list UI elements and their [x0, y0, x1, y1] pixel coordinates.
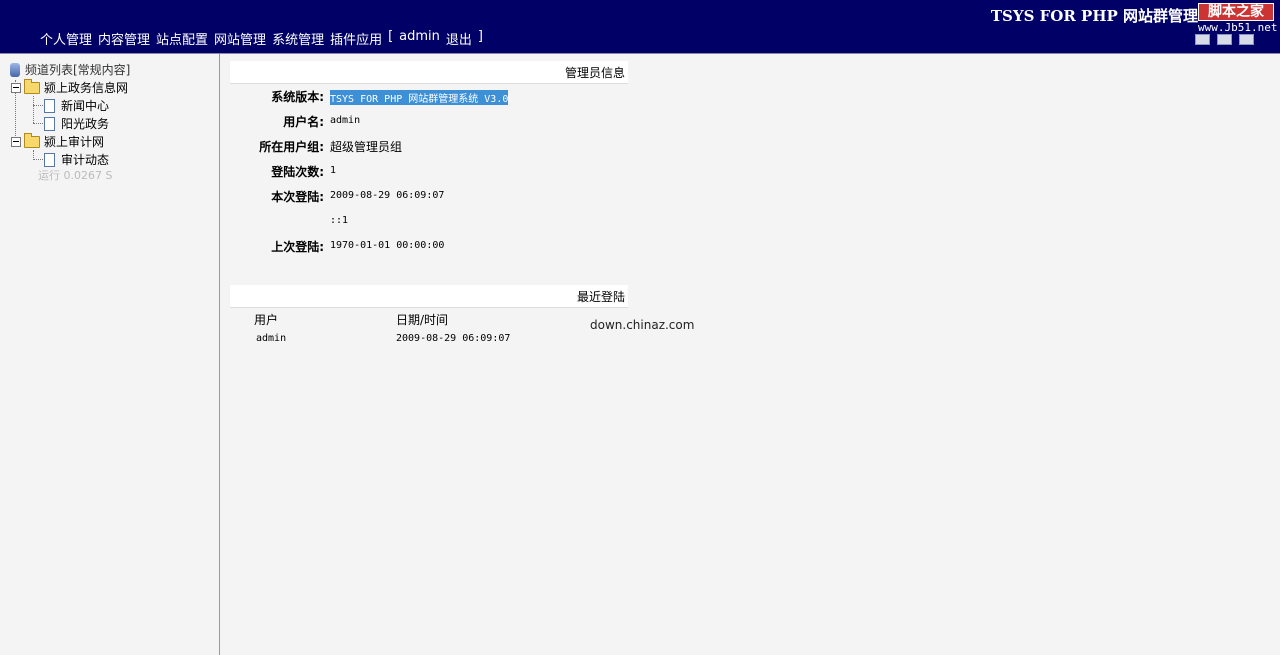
channel-icon: [10, 62, 20, 77]
recent-login-header: 最近登陆: [230, 285, 628, 308]
tree-item-news[interactable]: 新闻中心: [44, 97, 109, 114]
tree-line: [33, 123, 43, 124]
info-value: admin: [330, 115, 361, 126]
collapse-icon[interactable]: [11, 82, 21, 93]
nav-plugins[interactable]: 插件应用: [330, 29, 382, 48]
logout-link[interactable]: 退出: [446, 29, 472, 48]
site-watermark: down.chinaz.com: [590, 318, 695, 332]
tree-line: [33, 150, 34, 158]
info-value: 1970-01-01 00:00:00: [330, 240, 445, 251]
home-icon[interactable]: [1195, 34, 1210, 45]
column-header-datetime: 日期/时间: [396, 313, 449, 327]
top-icons: [1195, 34, 1254, 45]
tree-item-label: 新闻中心: [61, 99, 110, 113]
section-title: 最近登陆: [576, 290, 625, 304]
watermark-brand: 脚本之家: [1198, 3, 1274, 21]
nav-website[interactable]: 网站管理: [214, 29, 266, 48]
info-row: 上次登陆: 1970-01-01 00:00:00: [230, 238, 630, 258]
folder-open-icon: [24, 132, 40, 148]
info-value: ::1: [330, 215, 349, 226]
tree-group-label: 颍上政务信息网: [44, 81, 129, 95]
tree-line: [33, 105, 43, 106]
tree-root-label: 频道列表[常规内容]: [25, 63, 131, 77]
admin-info-header: 管理员信息: [230, 61, 628, 84]
info-label: 上次登陆:: [271, 240, 324, 254]
section-title: 管理员信息: [564, 66, 625, 80]
tree-item-label: 阳光政务: [61, 117, 110, 131]
table-cell-user: admin: [256, 333, 287, 344]
info-value: TSYS FOR PHP 网站群管理系统 V3.0: [330, 90, 509, 105]
user-area: [ admin 退出 ]: [388, 29, 483, 48]
top-header: TSYS FOR PHP 网站群管理 脚本之家 www.Jb51.net 个人管…: [0, 0, 1280, 54]
help-icon[interactable]: [1239, 34, 1254, 45]
page-icon: [44, 98, 55, 113]
info-row: 系统版本: TSYS FOR PHP 网站群管理系统 V3.0: [230, 88, 630, 108]
tree-item-audit[interactable]: 审计动态: [44, 151, 109, 168]
tree-group-1[interactable]: 颍上政务信息网: [11, 78, 129, 96]
info-label: 登陆次数:: [271, 165, 324, 179]
info-label: 系统版本:: [271, 90, 324, 104]
bracket-close: ]: [477, 29, 483, 44]
info-value: 1: [330, 165, 337, 176]
watermark-logo: 脚本之家 www.Jb51.net: [1198, 3, 1278, 34]
app-title: TSYS FOR PHP 网站群管理: [990, 7, 1198, 25]
tree-root[interactable]: 频道列表[常规内容]: [10, 61, 130, 78]
refresh-icon[interactable]: [1217, 34, 1232, 45]
tree-line: [33, 96, 34, 123]
tree-item-label: 审计动态: [61, 153, 110, 167]
info-label: 所在用户组:: [259, 140, 324, 154]
page-icon: [44, 152, 55, 167]
channel-tree: 频道列表[常规内容] 颍上政务信息网 新闻中心 阳光政务 颍上审计网 审计动态 …: [0, 54, 220, 655]
info-row: ::1: [230, 213, 630, 233]
bracket-open: [: [388, 29, 394, 44]
nav-content[interactable]: 内容管理: [98, 29, 150, 48]
info-row: 本次登陆: 2009-08-29 06:09:07: [230, 188, 630, 208]
main-nav: 个人管理 内容管理 站点配置 网站管理 系统管理 插件应用 [ admin 退出…: [40, 29, 483, 48]
current-user: admin: [399, 29, 440, 44]
column-header-user: 用户: [254, 313, 279, 327]
info-row: 用户名: admin: [230, 113, 630, 133]
watermark-url: www.Jb51.net: [1198, 21, 1278, 34]
tree-line: [33, 159, 43, 160]
table-cell-datetime: 2009-08-29 06:09:07: [396, 333, 511, 344]
page-icon: [44, 116, 55, 131]
folder-open-icon: [24, 78, 40, 94]
tree-group-2[interactable]: 颍上审计网: [11, 132, 105, 150]
nav-system[interactable]: 系统管理: [272, 29, 324, 48]
info-row: 所在用户组: 超级管理员组: [230, 138, 630, 158]
runtime-text: 运行 0.0267 S: [38, 169, 113, 182]
info-label: 本次登陆:: [271, 190, 324, 204]
nav-site-config[interactable]: 站点配置: [156, 29, 208, 48]
info-label: 用户名:: [283, 115, 324, 129]
nav-personal[interactable]: 个人管理: [40, 29, 92, 48]
tree-group-label: 颍上审计网: [44, 135, 105, 149]
info-row: 登陆次数: 1: [230, 163, 630, 183]
info-value: 超级管理员组: [330, 140, 403, 154]
collapse-icon[interactable]: [11, 136, 21, 147]
info-value: 2009-08-29 06:09:07: [330, 190, 445, 201]
tree-item-sunshine[interactable]: 阳光政务: [44, 115, 109, 132]
